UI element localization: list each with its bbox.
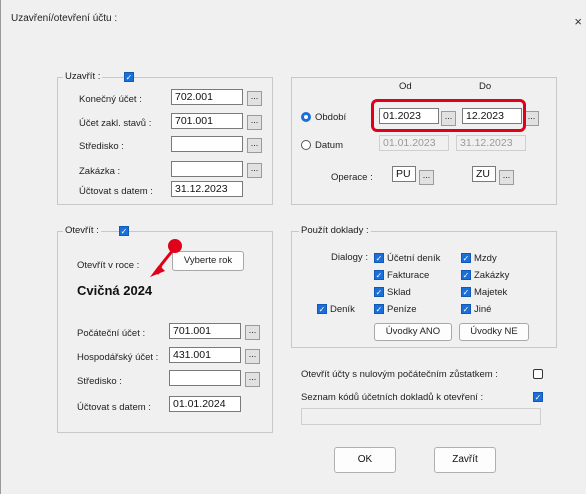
check-denik-label: Deník bbox=[330, 304, 355, 315]
otevrit-checkbox[interactable]: ✓ bbox=[119, 226, 129, 236]
check-majetek[interactable]: ✓ bbox=[461, 287, 471, 297]
pouzit-doklady-label: Použít doklady : bbox=[299, 225, 371, 236]
dialogy-label: Dialogy : bbox=[331, 252, 368, 263]
check-sklad[interactable]: ✓ bbox=[374, 287, 384, 297]
seznam-kodu-input[interactable] bbox=[301, 408, 541, 425]
otevrit-uctovat-s-datem-label: Účtovat s datem : bbox=[77, 402, 151, 413]
uvodky-ne-button[interactable]: Úvodky NE bbox=[459, 323, 529, 341]
otevrit-stredisko-label: Středisko : bbox=[77, 376, 122, 387]
obdobi-radio[interactable] bbox=[301, 112, 311, 122]
check-denik[interactable]: ✓ bbox=[317, 304, 327, 314]
konecny-ucet-browse-button[interactable]: ... bbox=[247, 91, 262, 106]
col-do-label: Do bbox=[479, 81, 492, 92]
check-zakazky-label: Zakázky bbox=[474, 270, 510, 281]
seznam-kodu-label: Seznam kódů účetních dokladů k otevření … bbox=[301, 392, 484, 403]
datum-radio[interactable] bbox=[301, 140, 311, 150]
check-majetek-label: Majetek bbox=[474, 287, 508, 298]
operace-do-input[interactable]: ZU bbox=[472, 166, 496, 182]
uzavrit-checkbox[interactable]: ✓ bbox=[124, 72, 134, 82]
datum-do-input[interactable]: 31.12.2023 bbox=[456, 135, 526, 151]
pocatecni-ucet-label: Počáteční účet : bbox=[77, 328, 146, 339]
hospodarsky-ucet-label: Hospodářský účet : bbox=[77, 352, 159, 363]
check-jine[interactable]: ✓ bbox=[461, 304, 471, 314]
operace-label: Operace : bbox=[331, 172, 373, 183]
target-year-text: Cvičná 2024 bbox=[77, 283, 153, 298]
pocatecni-ucet-input[interactable]: 701.001 bbox=[169, 323, 241, 339]
operace-od-input[interactable]: PU bbox=[392, 166, 416, 182]
ucet-zakl-stavu-browse-button[interactable]: ... bbox=[247, 115, 262, 130]
uctovat-s-datem-label: Účtovat s datem : bbox=[79, 186, 153, 197]
check-ucetni-denik[interactable]: ✓ bbox=[374, 253, 384, 263]
red-arrow-annotation bbox=[150, 239, 182, 277]
check-penize[interactable]: ✓ bbox=[374, 304, 384, 314]
operace-od-browse-button[interactable]: ... bbox=[419, 170, 434, 185]
col-od-label: Od bbox=[399, 81, 412, 92]
check-sklad-label: Sklad bbox=[387, 287, 411, 298]
otevrit-v-roce-label: Otevřít v roce : bbox=[77, 260, 140, 271]
datum-od-input[interactable]: 01.01.2023 bbox=[379, 135, 449, 151]
zakazka-label: Zakázka : bbox=[79, 166, 121, 177]
obdobi-label: Období bbox=[315, 112, 347, 123]
otevrit-group-label: Otevřít : bbox=[63, 225, 101, 236]
hospodarsky-ucet-browse-button[interactable]: ... bbox=[245, 349, 260, 364]
check-zakazky[interactable]: ✓ bbox=[461, 270, 471, 280]
pocatecni-ucet-browse-button[interactable]: ... bbox=[245, 325, 260, 340]
stredisko-input[interactable] bbox=[171, 136, 243, 152]
konecny-ucet-input[interactable]: 702.001 bbox=[171, 89, 243, 105]
konecny-ucet-label: Konečný účet : bbox=[79, 94, 142, 105]
ucet-zakl-stavu-input[interactable]: 701.001 bbox=[171, 113, 243, 129]
zakazka-browse-button[interactable]: ... bbox=[247, 163, 262, 178]
dialog-title: Uzavření/otevření účtu : bbox=[11, 13, 118, 24]
check-mzdy[interactable]: ✓ bbox=[461, 253, 471, 263]
ucet-zakl-stavu-label: Účet zakl. stavů : bbox=[79, 118, 152, 129]
check-ucetni-denik-label: Účetní deník bbox=[387, 253, 441, 264]
datum-label: Datum bbox=[315, 140, 343, 151]
stredisko-label: Středisko : bbox=[79, 141, 124, 152]
check-fakturace[interactable]: ✓ bbox=[374, 270, 384, 280]
close-icon[interactable]: × bbox=[574, 14, 582, 29]
check-penize-label: Peníze bbox=[387, 304, 417, 315]
uctovat-s-datem-input[interactable]: 31.12.2023 bbox=[171, 181, 243, 197]
hospodarsky-ucet-input[interactable]: 431.001 bbox=[169, 347, 241, 363]
seznam-kodu-checkbox[interactable]: ✓ bbox=[533, 392, 543, 402]
nulove-zustatky-checkbox[interactable] bbox=[533, 369, 543, 379]
otevrit-uctovat-s-datem-input[interactable]: 01.01.2024 bbox=[169, 396, 241, 412]
nulove-zustatky-label: Otevřít účty s nulovým počátečním zůstat… bbox=[301, 369, 498, 380]
operace-do-browse-button[interactable]: ... bbox=[499, 170, 514, 185]
check-mzdy-label: Mzdy bbox=[474, 253, 497, 264]
check-jine-label: Jiné bbox=[474, 304, 492, 315]
ok-button[interactable]: OK bbox=[334, 447, 396, 473]
zavrit-button[interactable]: Zavřít bbox=[434, 447, 496, 473]
dialog-window: Uzavření/otevření účtu : × Uzavřít : ✓ K… bbox=[0, 0, 586, 494]
zakazka-input[interactable] bbox=[171, 161, 243, 177]
otevrit-stredisko-browse-button[interactable]: ... bbox=[245, 372, 260, 387]
obdobi-do-browse-button[interactable]: ... bbox=[524, 111, 539, 126]
highlight-rectangle bbox=[371, 99, 526, 132]
otevrit-stredisko-input[interactable] bbox=[169, 370, 241, 386]
check-fakturace-label: Fakturace bbox=[387, 270, 430, 281]
stredisko-browse-button[interactable]: ... bbox=[247, 138, 262, 153]
uzavrit-group-label: Uzavřít : bbox=[63, 71, 103, 82]
uvodky-ano-button[interactable]: Úvodky ANO bbox=[374, 323, 452, 341]
